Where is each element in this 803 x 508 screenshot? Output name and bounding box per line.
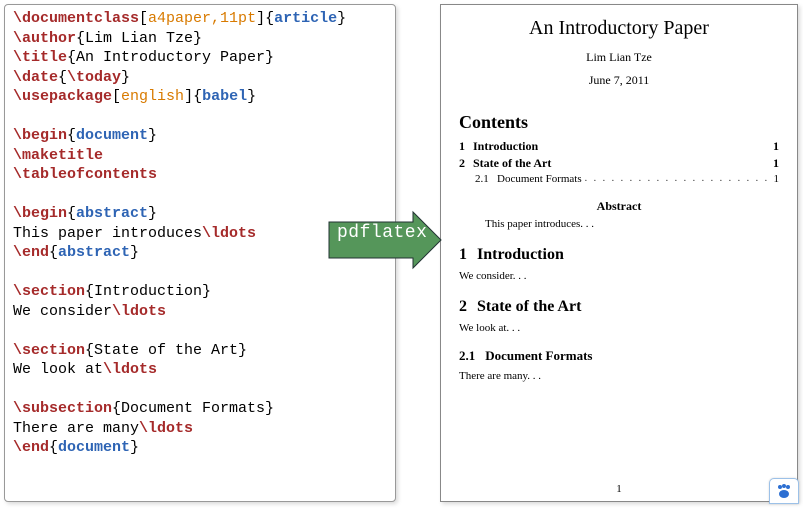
subsection-heading: 2.1Document Formats <box>459 348 779 364</box>
latex-demo-figure: \documentclass[a4paper,11pt]{article}\au… <box>0 0 803 508</box>
toc-row: 2.1Document Formats . . . . . . . . . . … <box>459 173 779 185</box>
code-line: We consider\ldots <box>13 302 389 322</box>
abstract-heading: Abstract <box>459 199 779 214</box>
toc-label: State of the Art <box>473 156 551 171</box>
contents-heading: Contents <box>459 112 779 133</box>
paper-date: June 7, 2011 <box>459 73 779 88</box>
code-line: \end{document} <box>13 438 389 458</box>
code-line: We look at\ldots <box>13 360 389 380</box>
paper-author: Lim Lian Tze <box>459 50 779 65</box>
toc-page-number: 1 <box>774 173 780 185</box>
code-line: There are many\ldots <box>13 419 389 439</box>
arrow-label: pdflatex <box>337 223 427 243</box>
table-of-contents: 1Introduction 12State of the Art 12.1Doc… <box>459 139 779 185</box>
code-line: \maketitle <box>13 146 389 166</box>
code-line <box>13 185 389 205</box>
toc-leader-dots: . . . . . . . . . . . . . . . . . . . . … <box>582 173 774 184</box>
code-line: \section{State of the Art} <box>13 341 389 361</box>
sections-container: 1Introduction We consider. . . 2State of t… <box>459 246 779 382</box>
toc-number: 1 <box>459 139 473 154</box>
toc-number: 2.1 <box>475 173 497 185</box>
abstract-body: This paper introduces. . . <box>459 218 779 230</box>
section-heading: 2State of the Art <box>459 298 779 316</box>
code-line: \title{An Introductory Paper} <box>13 48 389 68</box>
toc-row: 2State of the Art 1 <box>459 156 779 171</box>
code-line: \subsection{Document Formats} <box>13 399 389 419</box>
paper-title: An Introductory Paper <box>459 17 779 40</box>
code-line: \date{\today} <box>13 68 389 88</box>
section-body: We look at. . . <box>459 322 779 334</box>
toc-number: 2 <box>459 156 473 171</box>
code-line: \usepackage[english]{babel} <box>13 87 389 107</box>
toc-row: 1Introduction 1 <box>459 139 779 154</box>
code-line <box>13 321 389 341</box>
toc-page-number: 1 <box>773 139 779 154</box>
code-line <box>13 380 389 400</box>
code-line: \documentclass[a4paper,11pt]{article} <box>13 9 389 29</box>
rendered-pdf-panel: An Introductory Paper Lim Lian Tze June … <box>440 4 798 502</box>
page-number: 1 <box>441 483 797 495</box>
subsection-body: There are many. . . <box>459 370 779 382</box>
code-line: \section{Introduction} <box>13 282 389 302</box>
code-line: \tableofcontents <box>13 165 389 185</box>
paw-icon[interactable] <box>769 478 799 504</box>
arrow-pdflatex: pdflatex <box>327 210 443 270</box>
toc-label: Introduction <box>473 139 538 154</box>
code-line: \begin{document} <box>13 126 389 146</box>
toc-label: Document Formats <box>497 173 582 185</box>
code-line <box>13 107 389 127</box>
toc-page-number: 1 <box>773 156 779 171</box>
code-line: \author{Lim Lian Tze} <box>13 29 389 49</box>
section-heading: 1Introduction <box>459 246 779 264</box>
section-body: We consider. . . <box>459 270 779 282</box>
